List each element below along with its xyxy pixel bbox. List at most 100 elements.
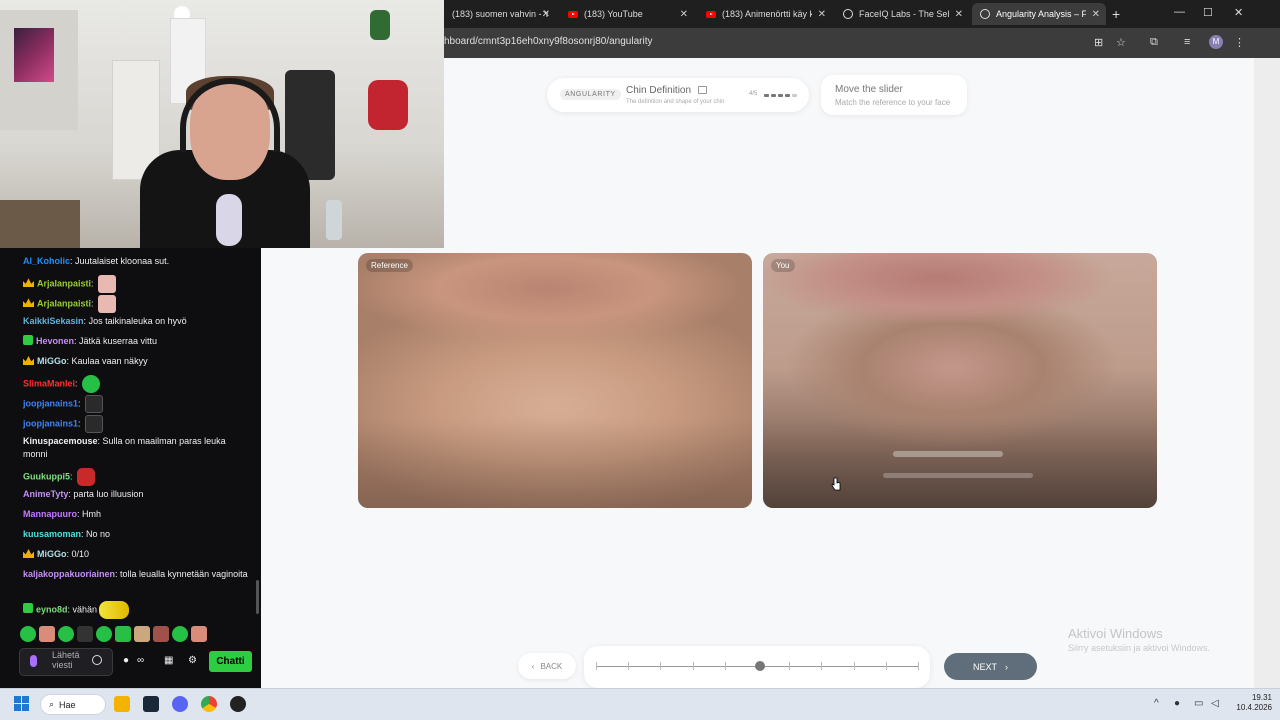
- chevron-up-icon[interactable]: ^: [1154, 698, 1159, 709]
- chat-username[interactable]: SlimaManlei: [23, 378, 75, 388]
- next-label: NEXT: [972, 661, 997, 672]
- new-tab-icon[interactable]: +: [1112, 6, 1120, 22]
- obs-icon[interactable]: [230, 696, 246, 712]
- volume-icon[interactable]: ◁: [1211, 698, 1219, 709]
- page-scrollbar[interactable]: [1254, 58, 1280, 688]
- chat-username[interactable]: Hevonen: [36, 336, 74, 346]
- chat-username[interactable]: AnimeTyty: [23, 489, 68, 499]
- chat-username[interactable]: eyno8d: [36, 604, 68, 614]
- chrome-icon[interactable]: [201, 696, 217, 712]
- chat-message: SlimaManlei:: [23, 375, 251, 393]
- settings-gear-icon[interactable]: ⚙: [188, 656, 198, 666]
- reference-label: Reference: [366, 259, 413, 272]
- chat-username[interactable]: kaljakoppakuoriainen: [23, 569, 115, 579]
- chat-username[interactable]: Mannapuuro: [23, 509, 77, 519]
- profile-avatar[interactable]: M: [1209, 35, 1223, 49]
- store-icon[interactable]: ▦: [164, 656, 174, 666]
- close-icon[interactable]: ✕: [955, 9, 963, 20]
- tab-angularity-analysis[interactable]: Angularity Analysis – Faci ✕: [972, 3, 1106, 25]
- windows-start-icon[interactable]: [14, 696, 29, 711]
- emoji-icon[interactable]: [92, 655, 102, 665]
- bookmark-star-icon[interactable]: ☆: [1116, 36, 1126, 49]
- emote-icon[interactable]: [134, 626, 150, 642]
- slider-tick: [918, 662, 919, 670]
- chat-scrollbar[interactable]: [256, 580, 259, 614]
- chat-username[interactable]: Al_Koholic: [23, 256, 70, 266]
- emote-icon[interactable]: [96, 626, 112, 642]
- slider-tick: [725, 662, 726, 670]
- discord-icon[interactable]: [172, 696, 188, 712]
- close-icon[interactable]: ✕: [1092, 9, 1100, 20]
- infinity-icon[interactable]: ∞: [137, 656, 147, 666]
- chat-username[interactable]: MiGGo: [37, 549, 67, 559]
- chat-username[interactable]: MiGGo: [37, 356, 67, 366]
- tab-youtube[interactable]: (183) YouTube ✕: [560, 3, 694, 25]
- crown-badge-icon: [23, 356, 34, 365]
- chat-message: joopjanains1:: [23, 415, 251, 433]
- chat-text: Jos taikinaleuka on hyvö: [88, 316, 187, 326]
- close-window-icon[interactable]: ✕: [1234, 6, 1243, 19]
- microphone-tray-icon[interactable]: ●: [1174, 698, 1180, 709]
- microphone-icon[interactable]: [30, 655, 37, 667]
- tab-animenortti[interactable]: (183) Animenörtti käy kä ✕: [698, 3, 832, 25]
- back-button[interactable]: ‹ BACK: [518, 653, 576, 679]
- clock-time: 19.31: [1251, 693, 1272, 702]
- minimize-icon[interactable]: —: [1174, 6, 1185, 18]
- chat-message: Al_Koholic: Juutalaiset kloonaa sut.: [23, 256, 170, 266]
- emote-icon[interactable]: [39, 626, 55, 642]
- close-icon[interactable]: ✕: [680, 9, 688, 20]
- extensions-icon[interactable]: ⧉: [1150, 36, 1158, 49]
- file-explorer-icon[interactable]: [114, 696, 130, 712]
- emote-icon[interactable]: [77, 626, 93, 642]
- emote-icon[interactable]: [153, 626, 169, 642]
- chat-username[interactable]: Guukuppi5: [23, 471, 70, 481]
- steam-icon[interactable]: [143, 696, 159, 712]
- chat-username[interactable]: KaikkiSekasin: [23, 316, 84, 326]
- category-pill: ANGULARITY: [560, 89, 621, 100]
- chevron-left-icon: ‹: [531, 661, 535, 671]
- system-clock[interactable]: 19.31 10.4.2026: [1230, 693, 1272, 713]
- chat-username[interactable]: joopjanains1: [23, 418, 78, 428]
- metric-info-card: ANGULARITY Chin Definition The definitio…: [547, 78, 809, 112]
- instruction-title: Move the slider: [835, 84, 903, 95]
- close-icon[interactable]: ✕: [542, 9, 550, 20]
- tab-title: Angularity Analysis – Faci: [996, 9, 1086, 19]
- close-icon[interactable]: ✕: [818, 9, 826, 20]
- book-icon[interactable]: [698, 86, 707, 94]
- chat-username[interactable]: kuusamoman: [23, 529, 81, 539]
- crown-badge-icon: [23, 298, 34, 308]
- chat-username[interactable]: Arjalanpaisti: [37, 298, 91, 308]
- slider-tick: [596, 662, 597, 670]
- bits-icon[interactable]: ●: [123, 656, 133, 666]
- network-icon[interactable]: ▭: [1194, 698, 1203, 709]
- you-label: You: [771, 259, 795, 272]
- taskbar-search[interactable]: ⌕ Hae: [40, 694, 106, 715]
- emote-icon[interactable]: [191, 626, 207, 642]
- chat-message: joopjanains1:: [23, 395, 251, 413]
- emote-icon[interactable]: [115, 626, 131, 642]
- chat-text: Jätkä kuserraa vittu: [79, 336, 158, 346]
- emote-icon[interactable]: [20, 626, 36, 642]
- emote-icon[interactable]: [172, 626, 188, 642]
- search-icon: ⌕: [49, 699, 55, 709]
- chat-message: Kinuspacemouse: Sulla on maailman paras …: [23, 436, 226, 459]
- maximize-icon[interactable]: ☐: [1203, 6, 1213, 19]
- reading-list-icon[interactable]: ≡: [1184, 36, 1190, 48]
- menu-kebab-icon[interactable]: ⋮: [1234, 36, 1245, 49]
- youtube-icon: [568, 10, 578, 18]
- emote-icon[interactable]: [58, 626, 74, 642]
- crown-badge-icon: [23, 278, 34, 288]
- url-field[interactable]: hboard/cmnt3p16eh0xny9f8osonrj80/angular…: [444, 36, 652, 47]
- next-button[interactable]: NEXT ›: [944, 653, 1037, 680]
- chat-send-button[interactable]: Chatti: [209, 651, 252, 672]
- user-face-image: You: [763, 253, 1157, 508]
- chat-message: Arjalanpaisti:: [23, 295, 251, 313]
- chat-username[interactable]: joopjanains1: [23, 398, 78, 408]
- emote-icon: [85, 395, 104, 413]
- tab-faceiq-labs[interactable]: FaceIQ Labs - The Self-Im ✕: [835, 3, 969, 25]
- tab-suomen-vahvin[interactable]: (183) suomen vahvin - Yo ✕: [444, 3, 556, 25]
- chat-message: Arjalanpaisti:: [23, 275, 251, 293]
- chat-username[interactable]: Kinuspacemouse: [23, 436, 98, 446]
- translate-icon[interactable]: ⊞: [1094, 36, 1103, 49]
- chat-username[interactable]: Arjalanpaisti: [37, 278, 91, 288]
